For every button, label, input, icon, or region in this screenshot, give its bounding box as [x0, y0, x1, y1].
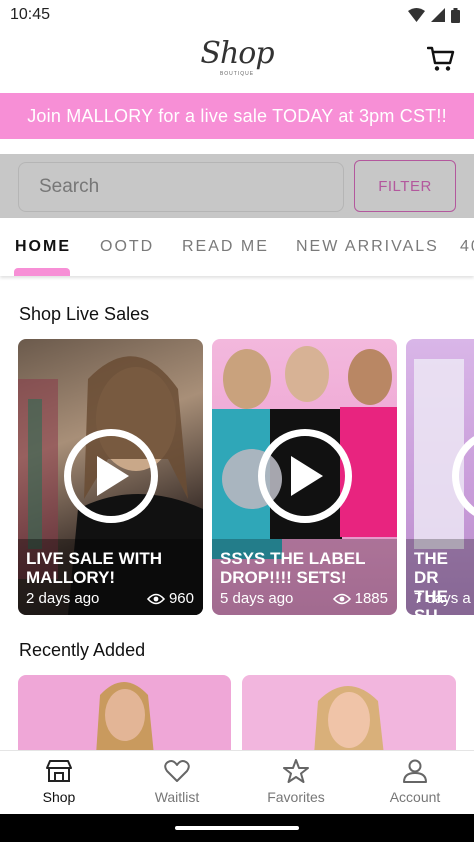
tab-home[interactable]: HOME	[15, 238, 71, 256]
tab-ootd[interactable]: OOTD	[100, 238, 154, 256]
nav-waitlist[interactable]: Waitlist	[118, 759, 236, 805]
status-icons	[408, 7, 460, 23]
nav-label: Favorites	[267, 789, 325, 805]
play-icon	[291, 456, 323, 496]
search-row: Search FILTER	[0, 154, 474, 218]
view-count: 960	[146, 590, 194, 607]
card-age: 2 days ago	[26, 590, 100, 607]
status-time: 10:45	[10, 6, 51, 23]
live-sale-card[interactable]: THE DR THE SU 7 days a	[406, 339, 474, 615]
recently-added-heading: Recently Added	[19, 640, 146, 660]
product-card[interactable]	[242, 675, 456, 755]
cart-button[interactable]	[426, 44, 456, 74]
card-age: 7 days a	[414, 590, 471, 607]
play-button[interactable]	[258, 429, 352, 523]
search-input[interactable]: Search	[18, 162, 344, 212]
signal-icon	[431, 8, 445, 22]
filter-label: FILTER	[378, 177, 432, 195]
active-tab-indicator	[14, 268, 70, 276]
store-icon	[46, 760, 72, 782]
wifi-icon	[408, 8, 425, 22]
status-bar: 10:45	[0, 0, 474, 30]
play-button[interactable]	[64, 429, 158, 523]
play-icon	[97, 456, 129, 496]
heart-icon	[164, 760, 190, 782]
search-placeholder: Search	[39, 176, 100, 197]
promo-text: Join MALLORY for a live sale TODAY at 3p…	[27, 105, 447, 126]
system-gesture-bar	[0, 814, 474, 842]
person-icon	[403, 759, 427, 783]
card-title: LIVE SALE WITH MALLORY!	[26, 549, 162, 587]
tab-new-arrivals[interactable]: NEW ARRIVALS	[296, 238, 439, 256]
app-header: Shop BOUTIQUE	[0, 30, 474, 92]
eye-icon	[146, 593, 165, 604]
live-sale-card[interactable]: LIVE SALE WITH MALLORY! 2 days ago 960	[18, 339, 203, 615]
tab-partial[interactable]: 40	[460, 238, 474, 256]
bottom-nav: Shop Waitlist Favorites Account	[0, 750, 474, 814]
tab-read-me[interactable]: READ ME	[182, 238, 269, 256]
product-card[interactable]	[18, 675, 231, 755]
live-sale-card[interactable]: SSYS THE LABEL DROP!!!! SETS! 5 days ago…	[212, 339, 397, 615]
view-count: 1885	[332, 590, 388, 607]
cart-icon	[427, 46, 455, 71]
shop-logo[interactable]: Shop	[0, 36, 474, 71]
home-indicator[interactable]	[175, 826, 299, 830]
logo-tagline: BOUTIQUE	[219, 71, 255, 77]
live-sales-heading: Shop Live Sales	[19, 304, 150, 324]
nav-favorites[interactable]: Favorites	[237, 759, 355, 805]
nav-label: Account	[389, 789, 441, 805]
card-title: SSYS THE LABEL DROP!!!! SETS!	[220, 549, 366, 587]
view-count-value: 960	[168, 590, 194, 607]
nav-shop[interactable]: Shop	[0, 759, 118, 805]
product-image	[96, 682, 154, 755]
battery-icon	[451, 7, 460, 23]
view-count-value: 1885	[354, 590, 388, 607]
eye-icon	[332, 593, 351, 604]
nav-account[interactable]: Account	[356, 759, 474, 805]
promo-banner[interactable]: Join MALLORY for a live sale TODAY at 3p…	[0, 93, 474, 139]
star-icon	[283, 759, 309, 783]
card-age: 5 days ago	[220, 590, 294, 607]
filter-button[interactable]: FILTER	[354, 160, 456, 212]
nav-label: Shop	[42, 789, 76, 805]
nav-label: Waitlist	[154, 789, 200, 805]
product-image	[314, 686, 384, 755]
category-tabs: HOME OOTD READ ME NEW ARRIVALS 40	[0, 218, 474, 276]
